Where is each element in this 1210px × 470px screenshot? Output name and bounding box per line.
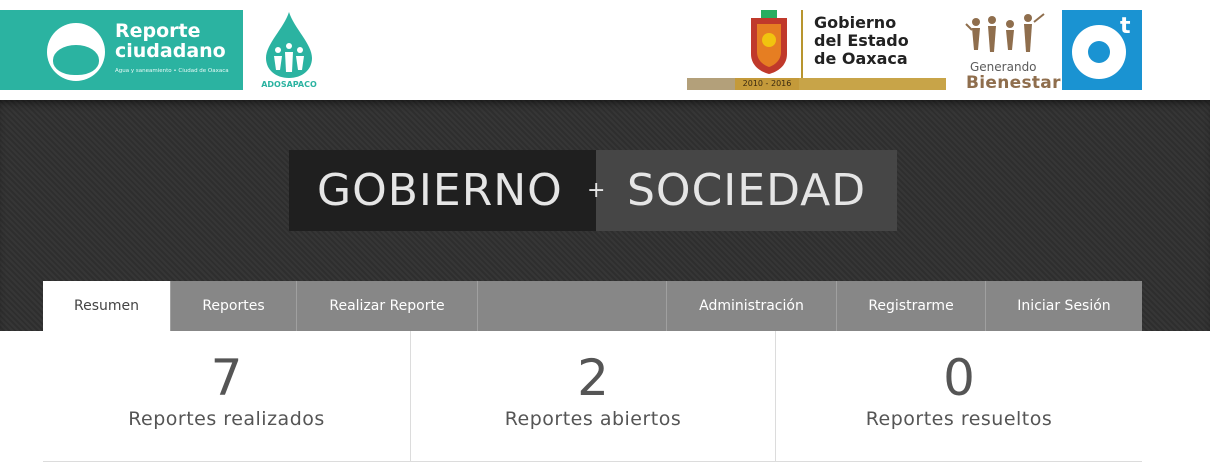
stat-reportes-resueltos: 0 Reportes resueltos bbox=[776, 331, 1142, 462]
generando-line1: Generando bbox=[970, 60, 1037, 74]
logo-tagline: Agua y saneamiento • Ciudad de Oaxaca bbox=[115, 68, 229, 74]
stats-divider bbox=[43, 461, 1142, 462]
tab-realizar-reporte[interactable]: Realizar Reporte bbox=[297, 281, 478, 331]
tab-resumen[interactable]: Resumen bbox=[43, 281, 171, 331]
ot-logo: t bbox=[1062, 10, 1142, 90]
hero-gobierno-text: GOBIERNO bbox=[317, 165, 563, 216]
summary-stats: 7 Reportes realizados 2 Reportes abierto… bbox=[0, 331, 1210, 470]
stat-label: Reportes resueltos bbox=[865, 408, 1053, 430]
hero-plus-icon: + bbox=[587, 178, 606, 203]
gobierno-title: Gobierno del Estado de Oaxaca bbox=[814, 14, 909, 68]
gobierno-line2: del Estado bbox=[814, 31, 909, 50]
logo-title-line2: ciudadano bbox=[115, 40, 226, 62]
water-drop-icon bbox=[47, 23, 105, 81]
people-figures-icon bbox=[965, 13, 1045, 52]
tab-registrarme[interactable]: Registrarme bbox=[837, 281, 986, 331]
tab-iniciar-sesion[interactable]: Iniciar Sesión bbox=[986, 281, 1142, 331]
gobierno-line1: Gobierno bbox=[814, 13, 897, 32]
main-nav: Resumen Reportes Realizar Reporte Admini… bbox=[43, 281, 1142, 331]
reporte-ciudadano-logo[interactable]: Reporte ciudadano Agua y saneamiento • C… bbox=[0, 10, 243, 90]
ot-circle-icon bbox=[1072, 25, 1126, 79]
hero-banner: GOBIERNO + SOCIEDAD Resumen Reportes Rea… bbox=[0, 100, 1210, 331]
coat-of-arms-icon bbox=[751, 10, 787, 74]
adosapaco-label: ADOSAPACO bbox=[261, 80, 317, 89]
stat-value: 7 bbox=[210, 349, 243, 407]
stat-reportes-realizados: 7 Reportes realizados bbox=[43, 331, 410, 462]
tab-administracion[interactable]: Administración bbox=[667, 281, 837, 331]
stat-reportes-abiertos: 2 Reportes abiertos bbox=[411, 331, 775, 462]
adosapaco-logo: ADOSAPACO bbox=[254, 10, 324, 90]
logo-title-line1: Reporte bbox=[115, 20, 201, 42]
gobierno-oaxaca-logo: 2010 - 2016 Gobierno del Estado de Oaxac… bbox=[687, 10, 947, 90]
stat-value: 2 bbox=[577, 349, 609, 407]
generando-bienestar-logo: Generando Bienestar bbox=[958, 10, 1060, 93]
stat-value: 0 bbox=[943, 349, 975, 407]
generando-line2: Bienestar bbox=[966, 73, 1061, 93]
tab-spacer bbox=[478, 281, 667, 331]
water-drop-people-icon bbox=[266, 12, 312, 78]
stat-label: Reportes abiertos bbox=[504, 408, 682, 430]
hero-sociedad-text: SOCIEDAD bbox=[627, 165, 867, 216]
stat-label: Reportes realizados bbox=[128, 408, 325, 430]
tab-reportes[interactable]: Reportes bbox=[171, 281, 297, 331]
gobierno-years: 2010 - 2016 bbox=[735, 78, 799, 90]
ot-mark: t bbox=[1120, 14, 1131, 39]
header-logos: Reporte ciudadano Agua y saneamiento • C… bbox=[0, 0, 1210, 100]
gobierno-line3: de Oaxaca bbox=[814, 49, 908, 68]
